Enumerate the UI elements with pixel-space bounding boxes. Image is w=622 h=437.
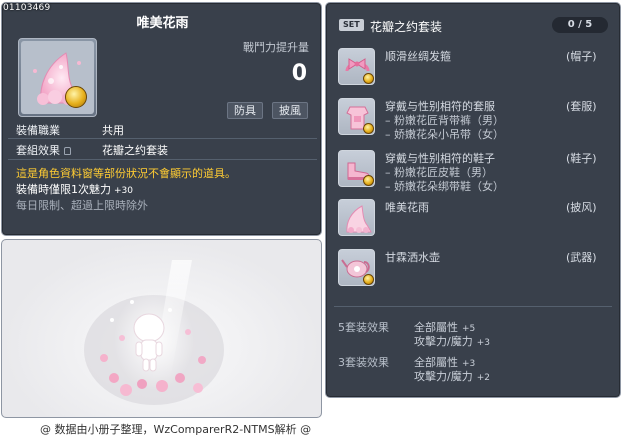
job-value: 共用 xyxy=(102,124,124,137)
effect-stat-value: +3 xyxy=(476,338,490,348)
warning-text: 這是角色資料窗等部份狀況不會顯示的道具。 xyxy=(16,167,236,180)
limit-note: 每日限制、超過上限時除外 xyxy=(16,199,148,212)
coin-icon xyxy=(363,274,374,285)
piece-name: 顺滑丝绸发箍 xyxy=(385,50,451,63)
effect-stat-name: 攻擊力/魔力 xyxy=(414,370,473,383)
ribbon-headband-icon xyxy=(338,48,375,85)
overall-icon xyxy=(338,98,375,135)
divider xyxy=(8,138,317,139)
piece-name: 唯美花雨 xyxy=(385,201,429,214)
avatar-preview-panel xyxy=(1,239,322,418)
coin-icon xyxy=(363,123,374,134)
lock-icon xyxy=(64,147,71,155)
piece-sub: – 娇嫩花朵小吊带（女） xyxy=(385,128,504,141)
effect-stat: 攻擊力/魔力 +3 xyxy=(414,333,490,349)
coin-icon xyxy=(65,86,87,108)
footer-credit: @ 数据由小册子整理，WzComparerR2-NTMS解析 @ xyxy=(40,423,312,436)
shoes-icon xyxy=(338,150,375,187)
charm-bonus-value: +30 xyxy=(114,186,133,196)
effect-level: 3套装效果 xyxy=(338,356,389,369)
effect-stat-value: +2 xyxy=(476,373,490,383)
effect-stat-name: 攻擊力/魔力 xyxy=(414,335,473,348)
item-tooltip-panel: 01103469 唯美花雨 戰鬥力提升量 0 防具 披風 裝備職業 共用 套組效… xyxy=(1,2,322,236)
avatar-preview xyxy=(2,240,321,417)
job-label: 裝備職業 xyxy=(16,124,60,137)
set-badge: SET xyxy=(339,19,364,31)
set-row: 套組效果 花瓣之约套装 xyxy=(16,142,168,158)
set-name: 花瓣之约套装 xyxy=(370,20,443,34)
effect-level: 5套装效果 xyxy=(338,321,389,334)
piece-slot: (鞋子) xyxy=(566,152,597,165)
set-info-panel: SET 花瓣之约套装 0 / 5 顺滑丝绸发箍 (帽子) 穿戴与性别相符的套服 … xyxy=(325,2,621,398)
piece-slot: (套服) xyxy=(566,100,597,113)
power-value: 0 xyxy=(291,61,307,86)
piece-name: 甘霖洒水壶 xyxy=(385,251,440,264)
item-title: 唯美花雨 xyxy=(136,16,189,31)
piece-sub: – 娇嫩花朵绑带鞋（女） xyxy=(385,180,504,193)
tag-cape[interactable]: 披風 xyxy=(272,102,308,119)
piece-slot: (披风) xyxy=(566,201,597,214)
set-value[interactable]: 花瓣之约套装 xyxy=(102,142,168,158)
coin-icon xyxy=(363,175,374,186)
job-row: 裝備職業 共用 xyxy=(16,122,124,138)
effect-stat: 攻擊力/魔力 +2 xyxy=(414,368,490,384)
charm-bonus-label: 裝備時僅限1次魅力 xyxy=(16,183,111,196)
power-label: 戰鬥力提升量 xyxy=(243,41,309,54)
petal-cape-icon xyxy=(338,199,375,236)
item-icon-frame xyxy=(18,38,97,117)
set-label: 套組效果 xyxy=(16,144,60,157)
divider xyxy=(334,306,612,307)
piece-slot: (武器) xyxy=(566,251,597,264)
charm-bonus: 裝備時僅限1次魅力 +30 xyxy=(16,181,133,197)
tag-armor[interactable]: 防具 xyxy=(227,102,263,119)
watering-can-icon xyxy=(338,249,375,286)
coin-icon xyxy=(363,73,374,84)
character-preview-icon xyxy=(84,260,224,405)
divider xyxy=(8,159,317,160)
piece-slot: (帽子) xyxy=(566,50,597,63)
set-count: 0 / 5 xyxy=(552,17,608,33)
